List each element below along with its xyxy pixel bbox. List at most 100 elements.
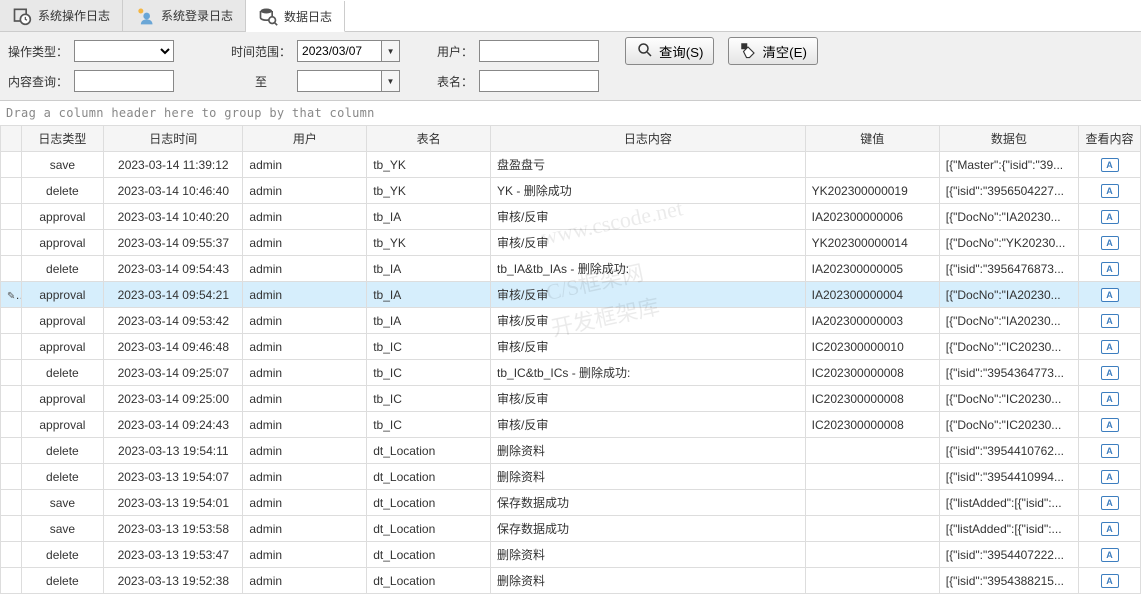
view-content-button[interactable]: A — [1101, 184, 1119, 198]
view-content-button[interactable]: A — [1101, 522, 1119, 536]
col-indicator[interactable] — [1, 126, 22, 152]
cell-pkg: [{"DocNo":"IA20230... — [939, 204, 1078, 230]
cell-user: admin — [243, 204, 367, 230]
view-content-button[interactable]: A — [1101, 574, 1119, 588]
cell-content: 审核/反审 — [491, 386, 806, 412]
view-content-button[interactable]: A — [1101, 236, 1119, 250]
cell-pkg: [{"isid":"3954364773... — [939, 360, 1078, 386]
table-input[interactable] — [479, 70, 599, 92]
table-row[interactable]: approval2023-03-14 09:55:37admintb_YK审核/… — [1, 230, 1141, 256]
col-content[interactable]: 日志内容 — [491, 126, 806, 152]
cell-view: A — [1079, 568, 1141, 594]
cell-content: 保存数据成功 — [491, 516, 806, 542]
table-row[interactable]: delete2023-03-13 19:53:47admindt_Locatio… — [1, 542, 1141, 568]
user-input[interactable] — [479, 40, 599, 62]
view-content-button[interactable]: A — [1101, 470, 1119, 484]
table-row[interactable]: approval2023-03-14 09:25:00admintb_IC审核/… — [1, 386, 1141, 412]
cell-key — [805, 542, 939, 568]
user-sun-icon — [135, 6, 155, 26]
cell-view: A — [1079, 204, 1141, 230]
col-time[interactable]: 日志时间 — [104, 126, 243, 152]
cell-table: tb_IA — [367, 204, 491, 230]
col-type[interactable]: 日志类型 — [21, 126, 104, 152]
group-by-hint[interactable]: Drag a column header here to group by th… — [0, 101, 1141, 125]
table-row[interactable]: delete2023-03-14 09:54:43admintb_IAtb_IA… — [1, 256, 1141, 282]
cell-content: 审核/反审 — [491, 204, 806, 230]
view-content-button[interactable]: A — [1101, 314, 1119, 328]
cell-type: delete — [21, 542, 104, 568]
eraser-icon — [739, 41, 757, 62]
table-row[interactable]: ✎approval2023-03-14 09:54:21admintb_IA审核… — [1, 282, 1141, 308]
cell-pkg: [{"listAdded":[{"isid":... — [939, 516, 1078, 542]
col-table[interactable]: 表名 — [367, 126, 491, 152]
cell-key: IA202300000006 — [805, 204, 939, 230]
table-row[interactable]: save2023-03-14 11:39:12admintb_YK盘盈盘亏[{"… — [1, 152, 1141, 178]
table-row[interactable]: approval2023-03-14 10:40:20admintb_IA审核/… — [1, 204, 1141, 230]
col-user[interactable]: 用户 — [243, 126, 367, 152]
table-row[interactable]: delete2023-03-13 19:52:38admindt_Locatio… — [1, 568, 1141, 594]
cell-user: admin — [243, 412, 367, 438]
op-type-select[interactable] — [74, 40, 174, 62]
cell-pkg: [{"Master":{"isid":"39... — [939, 152, 1078, 178]
view-content-button[interactable]: A — [1101, 366, 1119, 380]
view-content-button[interactable]: A — [1101, 288, 1119, 302]
cell-key — [805, 490, 939, 516]
table-row[interactable]: approval2023-03-14 09:46:48admintb_IC审核/… — [1, 334, 1141, 360]
tab-login-log[interactable]: 系统登录日志 — [123, 0, 246, 31]
edit-indicator-icon: ✎ — [7, 288, 21, 302]
cell-table: dt_Location — [367, 438, 491, 464]
cell-table: tb_IC — [367, 412, 491, 438]
date-to-input[interactable] — [297, 70, 382, 92]
view-content-button[interactable]: A — [1101, 496, 1119, 510]
table-row[interactable]: approval2023-03-14 09:53:42admintb_IA审核/… — [1, 308, 1141, 334]
cell-type: delete — [21, 438, 104, 464]
cell-user: admin — [243, 308, 367, 334]
table-row[interactable]: delete2023-03-13 19:54:07admindt_Locatio… — [1, 464, 1141, 490]
table-row[interactable]: save2023-03-13 19:53:58admindt_Location保… — [1, 516, 1141, 542]
view-content-button[interactable]: A — [1101, 340, 1119, 354]
date-to-dropdown[interactable]: ▼ — [382, 70, 400, 92]
clear-button[interactable]: 清空(E) — [728, 37, 817, 65]
date-from-input[interactable] — [297, 40, 382, 62]
cell-content: 审核/反审 — [491, 230, 806, 256]
view-content-button[interactable]: A — [1101, 262, 1119, 276]
date-from-dropdown[interactable]: ▼ — [382, 40, 400, 62]
table-label: 表名： — [437, 73, 473, 90]
table-row[interactable]: delete2023-03-14 10:46:40admintb_YKYK - … — [1, 178, 1141, 204]
content-query-input[interactable] — [74, 70, 174, 92]
tab-data-log[interactable]: 数据日志 — [246, 1, 345, 32]
cell-time: 2023-03-14 09:25:00 — [104, 386, 243, 412]
database-search-icon — [258, 6, 278, 26]
cell-pkg: [{"DocNo":"IC20230... — [939, 412, 1078, 438]
table-row[interactable]: delete2023-03-14 09:25:07admintb_ICtb_IC… — [1, 360, 1141, 386]
cell-time: 2023-03-14 09:53:42 — [104, 308, 243, 334]
table-row[interactable]: delete2023-03-13 19:54:11admindt_Locatio… — [1, 438, 1141, 464]
search-button[interactable]: 查询(S) — [625, 37, 714, 65]
cell-key: IC202300000010 — [805, 334, 939, 360]
cell-table: tb_IC — [367, 360, 491, 386]
col-view[interactable]: 查看内容 — [1079, 126, 1141, 152]
row-indicator — [1, 516, 22, 542]
cell-time: 2023-03-13 19:54:07 — [104, 464, 243, 490]
view-content-button[interactable]: A — [1101, 418, 1119, 432]
cell-table: tb_YK — [367, 152, 491, 178]
table-row[interactable]: save2023-03-13 19:54:01admindt_Location保… — [1, 490, 1141, 516]
cell-time: 2023-03-14 10:40:20 — [104, 204, 243, 230]
to-label: 至 — [231, 73, 291, 90]
cell-time: 2023-03-14 09:46:48 — [104, 334, 243, 360]
view-content-button[interactable]: A — [1101, 444, 1119, 458]
tab-operation-log[interactable]: 系统操作日志 — [0, 0, 123, 31]
cell-type: approval — [21, 412, 104, 438]
cell-key: YK202300000019 — [805, 178, 939, 204]
cell-pkg: [{"isid":"3954407222... — [939, 542, 1078, 568]
view-content-button[interactable]: A — [1101, 392, 1119, 406]
cell-pkg: [{"isid":"3956476873... — [939, 256, 1078, 282]
tab-label: 系统登录日志 — [161, 7, 233, 24]
view-content-button[interactable]: A — [1101, 158, 1119, 172]
col-pkg[interactable]: 数据包 — [939, 126, 1078, 152]
col-key[interactable]: 键值 — [805, 126, 939, 152]
view-content-button[interactable]: A — [1101, 548, 1119, 562]
cell-key: IC202300000008 — [805, 360, 939, 386]
table-row[interactable]: approval2023-03-14 09:24:43admintb_IC审核/… — [1, 412, 1141, 438]
view-content-button[interactable]: A — [1101, 210, 1119, 224]
